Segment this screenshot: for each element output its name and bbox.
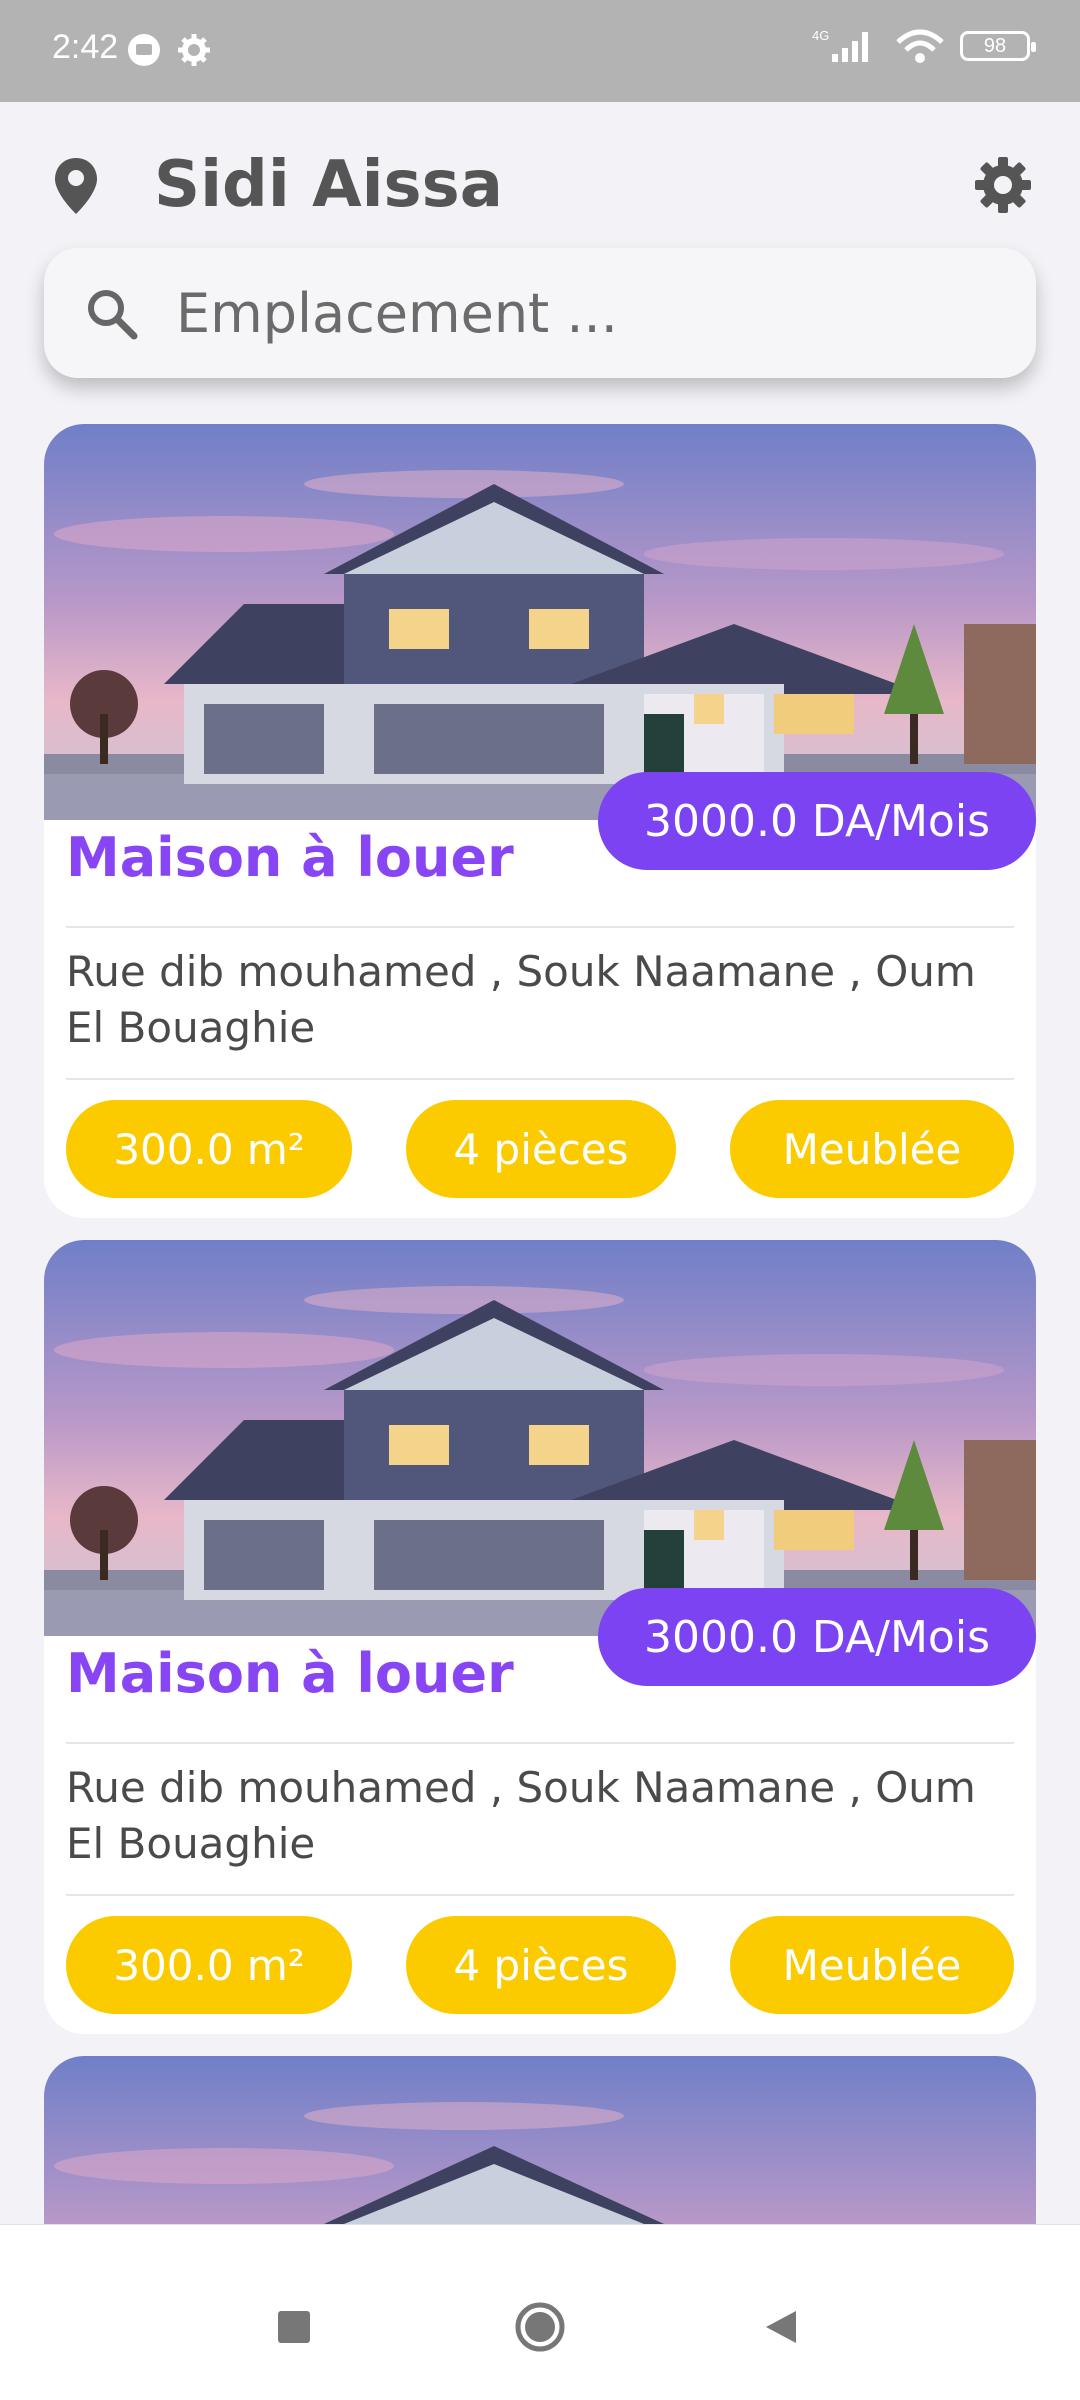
settings-status-icon	[178, 34, 210, 66]
listing-card[interactable]: 3000.0 DA/Mois Maison à louer Rue dib mo…	[44, 1240, 1036, 2034]
wifi-icon	[896, 29, 944, 63]
area-chip: 300.0 m²	[66, 1916, 352, 2014]
back-icon[interactable]	[762, 2307, 802, 2347]
listing-address: Rue dib mouhamed , Souk Naamane , Oum El…	[66, 1763, 976, 1868]
furnished-chip: Meublée	[730, 1916, 1014, 2014]
divider	[66, 1742, 1014, 1744]
status-bar: 2:42 4G 98	[0, 0, 1080, 102]
message-icon	[128, 34, 160, 66]
divider	[66, 1894, 1014, 1896]
area-chip: 300.0 m²	[66, 1100, 352, 1198]
listing-address: Rue dib mouhamed , Souk Naamane , Oum El…	[66, 947, 976, 1052]
search-bar[interactable]: Emplacement ...	[44, 248, 1036, 378]
listing-title: Maison à louer	[66, 826, 514, 889]
status-time: 2:42	[52, 28, 119, 66]
system-navigation-bar	[0, 2224, 1080, 2400]
rooms-chip: 4 pièces	[406, 1916, 676, 2014]
furnished-chip: Meublée	[730, 1100, 1014, 1198]
signal-icon: 4G	[812, 28, 868, 62]
search-icon	[88, 290, 138, 340]
house-photo	[44, 424, 1036, 820]
divider	[66, 1078, 1014, 1080]
house-photo	[44, 1240, 1036, 1636]
svg-text:4G: 4G	[812, 28, 829, 43]
gear-icon[interactable]	[974, 156, 1032, 214]
recent-apps-icon[interactable]	[276, 2309, 312, 2345]
listing-card[interactable]	[44, 2056, 1036, 2224]
listing-title: Maison à louer	[66, 1642, 514, 1705]
search-placeholder[interactable]: Emplacement ...	[176, 282, 618, 345]
house-photo	[44, 2056, 1036, 2224]
price-badge: 3000.0 DA/Mois	[598, 1588, 1036, 1686]
listing-card[interactable]: 3000.0 DA/Mois Maison à louer Rue dib mo…	[44, 424, 1036, 1218]
city-title: Sidi Aissa	[154, 148, 503, 222]
price-badge: 3000.0 DA/Mois	[598, 772, 1036, 870]
divider	[66, 926, 1014, 928]
location-pin-icon[interactable]	[52, 156, 100, 216]
rooms-chip: 4 pièces	[406, 1100, 676, 1198]
home-icon[interactable]	[514, 2301, 566, 2353]
battery-indicator: 98	[960, 31, 1036, 61]
